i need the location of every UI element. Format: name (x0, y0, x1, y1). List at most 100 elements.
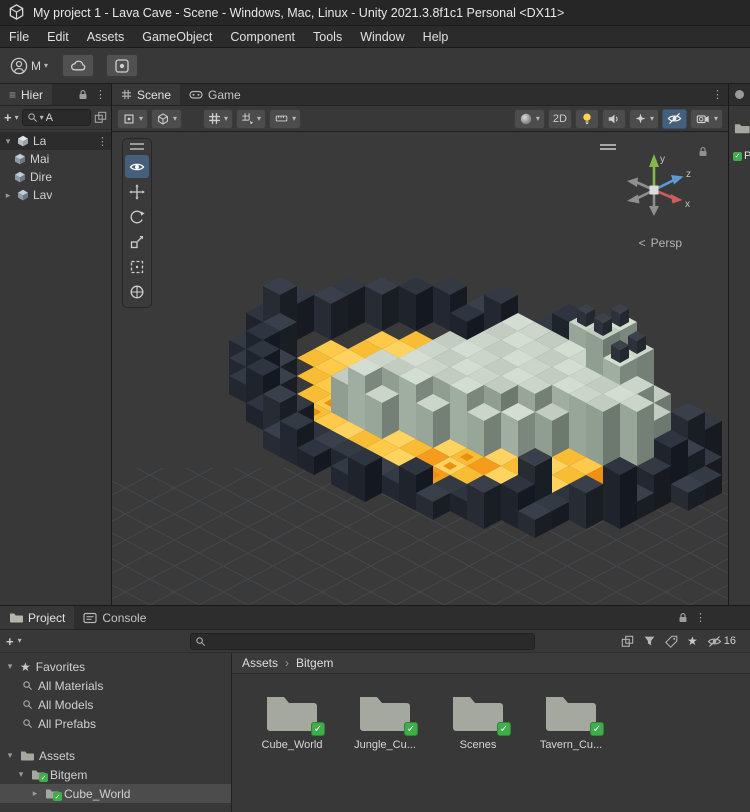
search-filter-caret-icon[interactable]: ▾ (40, 113, 44, 122)
sparkle-icon (635, 113, 646, 124)
cloud-services-button[interactable] (62, 54, 95, 77)
account-dropdown[interactable]: M ▾ (8, 55, 50, 77)
lock-icon[interactable] (78, 89, 88, 100)
foldout-open-icon[interactable]: ▾ (5, 750, 15, 761)
scene-picker-icon[interactable] (94, 111, 107, 124)
panel-menu-icon[interactable]: ⋮ (95, 88, 106, 101)
menu-edit[interactable]: Edit (38, 26, 78, 47)
panel-menu-icon[interactable]: ⋮ (695, 611, 706, 624)
asset-folder-jungle[interactable]: ✓ Jungle_Cu... (354, 690, 418, 751)
assets-label: Assets (39, 748, 76, 763)
foldout-open-icon[interactable]: ▾ (5, 661, 15, 672)
menu-component[interactable]: Component (221, 26, 304, 47)
hierarchy-tab[interactable]: ≡ Hier (0, 84, 53, 105)
hierarchy-tab-label: Hier (21, 87, 44, 102)
project-tab[interactable]: Project (0, 606, 75, 629)
draw-mode-dropdown[interactable]: ▾ (513, 108, 545, 129)
lock-icon[interactable] (678, 612, 688, 623)
grid-visibility-dropdown[interactable]: ▾ (203, 108, 234, 129)
projection-indicator[interactable]: < Persp (639, 236, 682, 250)
side-panel-item[interactable]: ✓ P (733, 150, 750, 162)
rotate-tool-button[interactable] (125, 205, 149, 228)
asset-folder-scenes[interactable]: ✓ Scenes (448, 690, 511, 751)
game-tab[interactable]: Game (180, 84, 250, 105)
console-tab[interactable]: Console (74, 606, 156, 629)
search-icon (27, 112, 38, 123)
2d-toggle-button[interactable]: 2D (547, 108, 572, 129)
menu-help[interactable]: Help (414, 26, 458, 47)
foldout-open-icon[interactable]: ▾ (16, 769, 26, 780)
folder-icon: ✓ (45, 788, 62, 801)
title-bar: My project 1 - Lava Cave - Scene - Windo… (0, 0, 750, 26)
bitgem-row[interactable]: ▾ ✓ Bitgem (0, 765, 231, 784)
folder-icon (9, 612, 23, 623)
scene-audio-toggle[interactable] (601, 108, 626, 129)
chevron-down-icon: ▾ (173, 113, 178, 123)
scene-visibility-toggle[interactable] (661, 108, 687, 129)
foldout-open-icon[interactable]: ▾ (3, 136, 13, 147)
filter-by-type-icon[interactable] (643, 635, 656, 647)
create-asset-button[interactable]: + (6, 634, 14, 649)
scene-tab[interactable]: Scene (112, 84, 181, 105)
hierarchy-row-lava[interactable]: ▸ Lav (0, 186, 111, 204)
scene-camera-dropdown[interactable]: ▾ (689, 108, 723, 129)
project-search-field[interactable] (189, 632, 535, 650)
scene-tab-label: Scene (137, 87, 172, 102)
create-object-caret-icon[interactable]: ▾ (15, 113, 19, 122)
overlay-drag-handle[interactable] (130, 143, 144, 150)
favorite-all-prefabs-row[interactable]: All Prefabs (0, 714, 231, 733)
filter-by-label-icon[interactable] (665, 635, 678, 648)
view-tool-button[interactable] (125, 155, 149, 178)
side-panel-tab[interactable] (729, 84, 750, 106)
breadcrumb-current[interactable]: Bitgem (296, 656, 333, 670)
camera-icon (696, 114, 709, 123)
foldout-closed-icon[interactable]: ▸ (3, 190, 13, 201)
effects-dropdown[interactable]: ▾ (628, 108, 659, 129)
menu-assets[interactable]: Assets (78, 26, 134, 47)
snap-settings-dropdown[interactable]: ▾ (236, 108, 267, 129)
menu-tools[interactable]: Tools (304, 26, 351, 47)
version-control-button[interactable] (106, 54, 139, 77)
hierarchy-row-directional-light[interactable]: Dire (0, 168, 111, 186)
favorite-search-icon[interactable]: ★ (687, 634, 698, 648)
foldout-closed-icon[interactable]: ▸ (30, 788, 40, 799)
panel-menu-icon[interactable]: ⋮ (712, 88, 723, 101)
scale-tool-button[interactable] (125, 230, 149, 253)
rect-tool-button[interactable] (125, 255, 149, 278)
hidden-packages-toggle[interactable]: 16 (707, 635, 736, 648)
menu-file[interactable]: File (0, 26, 38, 47)
tool-handle-position-dropdown[interactable]: ▾ (117, 108, 149, 129)
create-object-button[interactable]: + (4, 110, 12, 125)
menu-window[interactable]: Window (351, 26, 413, 47)
menu-gameobject[interactable]: GameObject (133, 26, 221, 47)
hierarchy-row-main-camera[interactable]: Mai (0, 150, 111, 168)
favorites-row[interactable]: ▾ ★ Favorites (0, 657, 231, 676)
open-search-window-icon[interactable] (621, 635, 634, 648)
chevron-left-icon: < (638, 236, 646, 250)
asset-folder-cube-world[interactable]: ✓ Cube_World (262, 690, 325, 751)
move-tool-button[interactable] (125, 180, 149, 203)
project-panel: Project Console ⋮ + ▾ ★ 16 ▾ ★ Favorites… (0, 605, 750, 812)
scene-viewport[interactable]: y z x < Persp (112, 132, 728, 605)
scene-orientation-gizmo[interactable]: y z x (608, 138, 700, 230)
tool-handle-rotation-dropdown[interactable]: ▾ (151, 108, 183, 129)
scene-lighting-toggle[interactable] (574, 108, 599, 129)
scene-menu-icon[interactable]: ⋮ (97, 135, 108, 148)
folder-icon: ✓ (264, 690, 325, 736)
breadcrumb-root[interactable]: Assets (242, 656, 278, 670)
snap-increment-dropdown[interactable]: ▾ (269, 108, 302, 129)
project-search-input[interactable] (207, 635, 530, 647)
assets-grid: ✓ Cube_World ✓ Jungle_Cu... ✓ Scenes ✓ T… (232, 674, 750, 812)
project-tab-label: Project (28, 610, 66, 625)
cube-world-row[interactable]: ▸ ✓ Cube_World (0, 784, 231, 803)
create-asset-caret-icon[interactable]: ▾ (18, 637, 22, 645)
axis-y-label: y (660, 154, 665, 165)
hierarchy-scene-row[interactable]: ▾ La ⋮ (0, 132, 111, 150)
assets-row[interactable]: ▾ Assets (0, 746, 231, 765)
hierarchy-search-input[interactable] (45, 111, 86, 124)
asset-folder-tavern[interactable]: ✓ Tavern_Cu... (540, 690, 604, 751)
favorite-all-models-row[interactable]: All Models (0, 695, 231, 714)
hierarchy-search-field[interactable]: ▾ (21, 109, 91, 126)
favorite-all-materials-row[interactable]: All Materials (0, 676, 231, 695)
transform-tool-button[interactable] (125, 280, 149, 303)
